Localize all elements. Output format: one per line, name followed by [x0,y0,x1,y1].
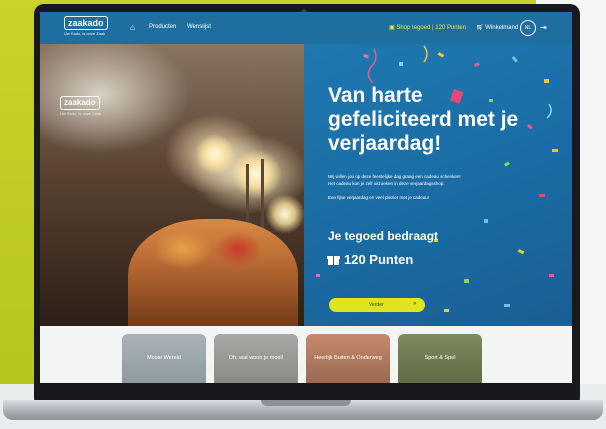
laptop-notch [261,400,351,406]
balance-value: 120 Punten [327,252,414,267]
nav-cart[interactable]: 🛒︎ Winkelmand [476,24,518,31]
gift-icon: ▣ [389,25,395,31]
balance-points: 120 Punten [344,252,414,267]
category-label: Mooie Wereld [147,355,181,361]
logo-brand: zaakado [64,16,108,30]
category-label: Oh, wat woon je mooi! [228,355,284,361]
category-card[interactable]: Oh, wat woon je mooi! [214,334,298,383]
hero-title: Van harte gefeliciteerd met je verjaarda… [328,84,519,155]
category-card[interactable]: Mooie Wereld [122,334,206,383]
logo-tagline: Uw Kado, is onze Zaak [64,31,106,36]
sparkler-glow [195,134,235,174]
cart-label: Winkelmand [485,25,519,31]
screen: zaakado Uw Kado, is onze Zaak ⌂ Producte… [40,12,572,383]
category-strip: Mooie Wereld Oh, wat woon je mooi! Heerl… [40,326,572,383]
hero-text-line2: Het cadeau kun je zelf uitzoeken in deze… [328,181,445,186]
hero-logo-tagline: Uw Kado, is onze Zaak [60,111,102,116]
chevron-right-icon: » [413,301,417,307]
hero-panel: Van harte gefeliciteerd met je verjaarda… [304,44,572,326]
hero-intro-text: Wij willen jou op deze feestelijke dag g… [328,173,528,187]
balance-label: Je tegoed bedraagt [328,229,439,243]
laptop-base [3,400,603,420]
home-icon[interactable]: ⌂ [130,23,135,32]
top-nav: zaakado Uw Kado, is onze Zaak ⌂ Producte… [40,12,572,44]
hero-cake-photo: zaakado Uw Kado, is onze Zaak [40,44,305,344]
site-logo[interactable]: zaakado Uw Kado, is onze Zaak [64,16,118,36]
sparkler-glow [265,194,305,234]
nav-products[interactable]: Producten [149,24,176,30]
category-card[interactable]: Sport & Spel [398,334,482,383]
nav-wishlist[interactable]: Wenslijst [187,24,211,30]
category-label: Heerlijk Buiten & Onderweg [314,355,382,361]
hero-text-line3: Een fijne verjaardag en veel plezier met… [328,195,430,200]
sparkler-glow [232,149,282,199]
logout-icon[interactable]: ⇥ [540,23,547,32]
hero-text-line1: Wij willen jou op deze feestelijke dag g… [328,174,461,179]
hero-logo: zaakado Uw Kado, is onze Zaak [60,92,110,116]
category-card[interactable]: Heerlijk Buiten & Onderweg [306,334,390,383]
continue-button-label: Verder [369,302,384,308]
language-selector[interactable]: NL [520,20,536,36]
nav-shop-credit[interactable]: ▣ Shop tegoed | 120 Punten [389,24,466,31]
hero-logo-brand: zaakado [60,96,100,110]
cart-icon: 🛒︎ [476,25,484,31]
category-label: Sport & Spel [424,355,456,361]
shop-credit-label: Shop tegoed | 120 Punten [396,25,466,31]
gift-icon [327,255,340,265]
continue-button[interactable]: Verder » [329,298,425,312]
